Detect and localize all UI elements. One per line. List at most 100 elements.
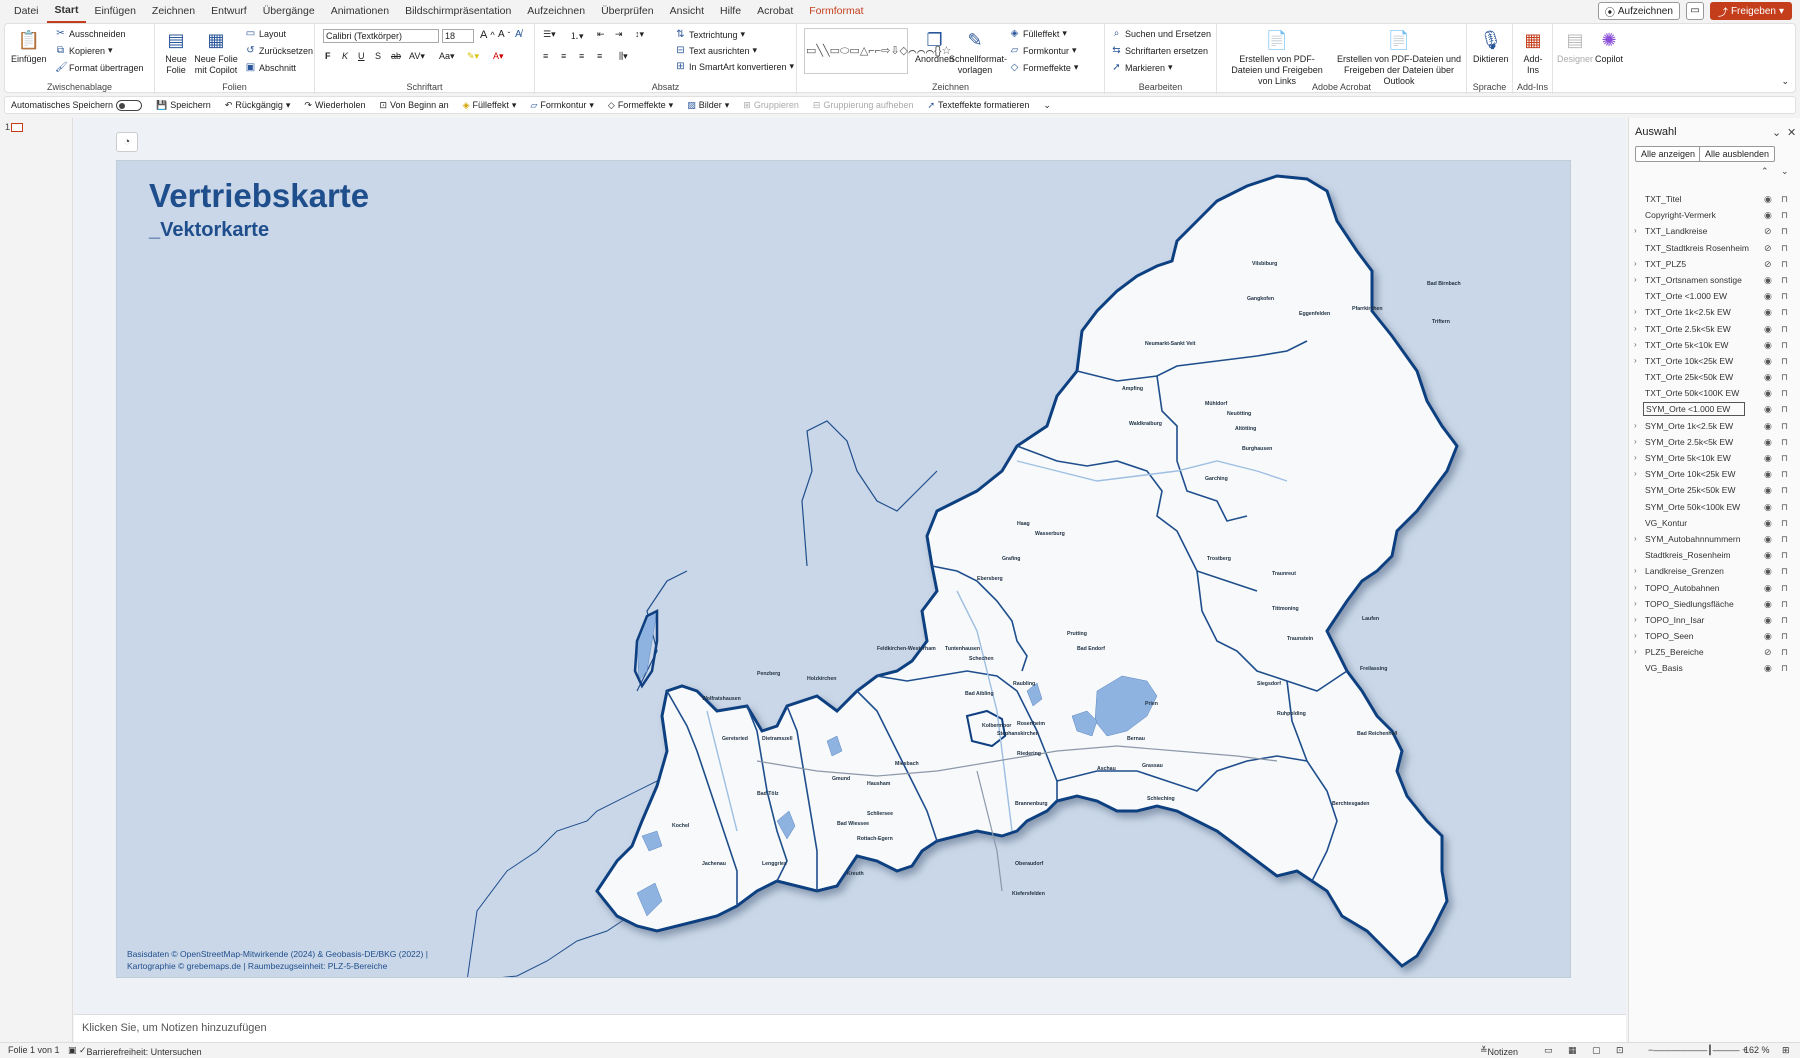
expand-icon[interactable]: › (1634, 628, 1642, 644)
menu-acrobat[interactable]: Acrobat (749, 0, 801, 23)
autosave-toggle[interactable]: Automatisches Speichern (11, 99, 143, 111)
lock-icon[interactable]: ⊓ (1781, 531, 1788, 547)
lock-icon[interactable]: ⊓ (1781, 434, 1788, 450)
lock-icon[interactable]: ⊓ (1781, 321, 1788, 337)
lock-icon[interactable]: ⊓ (1781, 223, 1788, 239)
menu-formformat[interactable]: Formformat (801, 0, 871, 23)
layer-item[interactable]: Stadtkreis_Rosenheim ◉ ⊓ (1633, 547, 1797, 563)
expand-icon[interactable]: › (1634, 466, 1642, 482)
lock-icon[interactable]: ⊓ (1781, 596, 1788, 612)
eye-icon[interactable]: ◉ (1764, 531, 1772, 547)
slide[interactable]: Vertriebskarte _Vektorkarte Vilsbiburg G… (116, 160, 1571, 978)
eye-hidden-icon[interactable]: ⊘ (1764, 223, 1772, 239)
font-color-icon[interactable]: A▾ (493, 51, 504, 62)
expand-icon[interactable]: › (1634, 563, 1642, 579)
eye-icon[interactable]: ◉ (1764, 612, 1772, 628)
layer-item[interactable]: › SYM_Orte 5k<10k EW ◉ ⊓ (1633, 450, 1797, 466)
lock-icon[interactable]: ⊓ (1781, 288, 1788, 304)
lock-icon[interactable]: ⊓ (1781, 191, 1788, 207)
layer-item[interactable]: › TOPO_Seen ◉ ⊓ (1633, 628, 1797, 644)
eye-icon[interactable]: ◉ (1764, 466, 1772, 482)
menu-hilfe[interactable]: Hilfe (712, 0, 749, 23)
qat-fill-button[interactable]: ◈ Fülleffekt ▾ (463, 100, 517, 111)
bullets-button[interactable]: ☰▾ (543, 29, 556, 40)
text-direction-button[interactable]: ⇅ Textrichtung ▾ (675, 29, 745, 40)
align-right-button[interactable]: ≡ (579, 51, 584, 61)
lock-icon[interactable]: ⊓ (1781, 612, 1788, 628)
layer-item[interactable]: VG_Kontur ◉ ⊓ (1633, 515, 1797, 531)
reading-view-icon[interactable]: ▢ (1592, 1045, 1601, 1056)
eye-icon[interactable]: ◉ (1764, 660, 1772, 676)
redo-button[interactable]: ↷ Wiederholen (304, 100, 365, 111)
zoom-slider[interactable]: −——————┃——— + (1648, 1045, 1747, 1056)
lock-icon[interactable]: ⊓ (1781, 385, 1788, 401)
lock-icon[interactable]: ⊓ (1781, 304, 1788, 320)
shadow-button[interactable]: S (375, 51, 381, 61)
show-all-button[interactable]: Alle anzeigen (1635, 146, 1702, 162)
menu-ansicht[interactable]: Ansicht (662, 0, 712, 23)
layer-item[interactable]: TXT_Orte 50k<100K EW ◉ ⊓ (1633, 385, 1797, 401)
eye-icon[interactable]: ◉ (1764, 482, 1772, 498)
highlight-icon[interactable]: ✎▾ (467, 51, 479, 62)
underline-button[interactable]: U (358, 51, 365, 61)
normal-view-icon[interactable]: ▭ (1544, 1045, 1553, 1056)
slide-thumbnail[interactable] (11, 123, 23, 132)
copy-button[interactable]: ⧉ Kopieren ▾ (55, 45, 113, 56)
pane-options-icon[interactable]: ⌄ (1772, 126, 1781, 139)
collapse-ribbon-icon[interactable]: ⌄ (1781, 76, 1789, 87)
lock-icon[interactable]: ⊓ (1781, 482, 1788, 498)
notes-field[interactable]: Klicken Sie, um Notizen hinzuzufügen (74, 1014, 1626, 1042)
lock-icon[interactable]: ⊓ (1781, 660, 1788, 676)
menu-start[interactable]: Start (46, 0, 87, 23)
layer-item[interactable]: › SYM_Orte 1k<2.5k EW ◉ ⊓ (1633, 418, 1797, 434)
lock-icon[interactable]: ⊓ (1781, 240, 1788, 256)
layer-item[interactable]: SYM_Orte <1.000 EW ◉ ⊓ (1633, 401, 1797, 417)
comments-button[interactable]: ▭ (1685, 2, 1704, 20)
shape-outline-button[interactable]: ▱ Formkontur ▾ (1009, 45, 1077, 56)
shape-fill-button[interactable]: ◈ Fülleffekt ▾ (1009, 28, 1067, 39)
sorter-view-icon[interactable]: ▦ (1568, 1045, 1577, 1056)
lock-icon[interactable]: ⊓ (1781, 499, 1788, 515)
layer-item[interactable]: › TXT_Ortsnamen sonstige ◉ ⊓ (1633, 272, 1797, 288)
eye-icon[interactable]: ◉ (1764, 450, 1772, 466)
eye-icon[interactable]: ◉ (1764, 563, 1772, 579)
hide-all-button[interactable]: Alle ausblenden (1699, 146, 1776, 162)
menu-datei[interactable]: Datei (6, 0, 47, 23)
line-spacing-button[interactable]: ↕▾ (635, 29, 644, 40)
layer-item[interactable]: › TXT_Orte 2.5k<5k EW ◉ ⊓ (1633, 321, 1797, 337)
record-button[interactable]: ⦿ Aufzeichnen (1597, 2, 1680, 20)
grow-font-button[interactable]: A ^ (480, 29, 495, 41)
bring-forward-icon[interactable]: ⌃ (1761, 166, 1769, 177)
align-left-button[interactable]: ≡ (543, 51, 548, 61)
eye-icon[interactable]: ◉ (1764, 434, 1772, 450)
eye-icon[interactable]: ◉ (1764, 515, 1772, 531)
lock-icon[interactable]: ⊓ (1781, 401, 1788, 417)
layer-item[interactable]: TXT_Orte 25k<50k EW ◉ ⊓ (1633, 369, 1797, 385)
paste-button[interactable]: 📋 Einfügen (11, 28, 47, 65)
layer-item[interactable]: › TXT_PLZ5 ⊘ ⊓ (1633, 256, 1797, 272)
clear-format-icon[interactable]: A̸ (515, 29, 522, 40)
dictate-button[interactable]: 🎙 Diktieren (1473, 28, 1509, 65)
eye-icon[interactable]: ◉ (1764, 401, 1772, 417)
expand-icon[interactable]: › (1634, 450, 1642, 466)
copyright-note[interactable]: Basisdaten © OpenStreetMap-Mitwirkende (… (127, 948, 428, 972)
qat-pictures-button[interactable]: ▨ Bilder ▾ (687, 100, 729, 111)
copilot-button[interactable]: ✺ Copilot (1595, 28, 1623, 65)
lock-icon[interactable]: ⊓ (1781, 515, 1788, 531)
slide-subtitle[interactable]: _Vektorkarte (149, 219, 269, 242)
expand-icon[interactable]: › (1634, 580, 1642, 596)
sales-map[interactable]: Vilsbiburg Gangkofen Eggenfelden Pfarrkirch… (457, 171, 1557, 977)
layer-item[interactable]: › Landkreise_Grenzen ◉ ⊓ (1633, 563, 1797, 579)
eye-hidden-icon[interactable]: ⊘ (1764, 240, 1772, 256)
new-slide-button[interactable]: ▤ Neue Folie (161, 28, 191, 76)
menu-einfügen[interactable]: Einfügen (86, 0, 143, 23)
lock-icon[interactable]: ⊓ (1781, 207, 1788, 223)
eye-icon[interactable]: ◉ (1764, 369, 1772, 385)
layer-item[interactable]: Copyright-Vermerk ◉ ⊓ (1633, 207, 1797, 223)
group-button[interactable]: ⊞ Gruppieren (743, 100, 799, 111)
find-replace-button[interactable]: ⌕ Suchen und Ersetzen (1111, 28, 1211, 39)
lock-icon[interactable]: ⊓ (1781, 466, 1788, 482)
designer-button[interactable]: ▤ Designer (1557, 28, 1593, 65)
ungroup-button[interactable]: ⊟ Gruppierung aufheben (813, 100, 914, 111)
shrink-font-button[interactable]: Aˇ (498, 29, 510, 40)
